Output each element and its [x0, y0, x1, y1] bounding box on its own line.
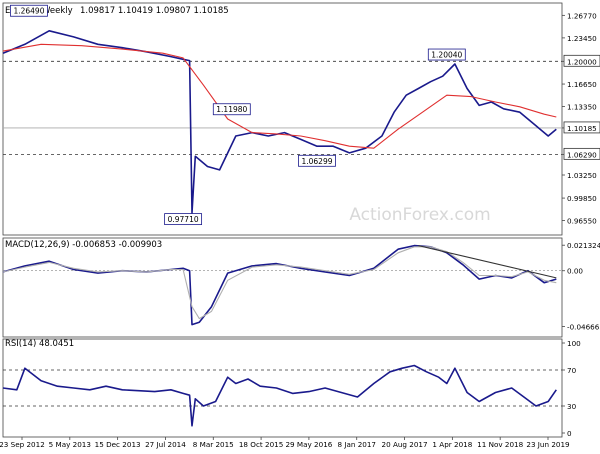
price-ytick-label-1: 1.23450	[567, 34, 597, 43]
price-ytick-label-9: 0.96550	[567, 216, 597, 225]
macd-series-line-2	[418, 245, 557, 279]
watermark: ActionForex.com	[349, 205, 490, 225]
price-ytick-label-7: 1.03250	[567, 171, 597, 180]
x-tick-label-5: 18 Oct 2015	[239, 440, 283, 449]
macd-ytick-label-0: 0.021324	[567, 241, 600, 250]
price-ytick-label-6: 1.06290	[567, 150, 597, 159]
rsi-ytick-label-1: 70	[567, 366, 577, 375]
price-ytick-label-0: 1.26770	[567, 11, 597, 20]
rsi-ytick-label-0: 100	[567, 339, 581, 348]
rsi-series-line-0	[2, 364, 557, 427]
x-tick-label-1: 5 May 2013	[49, 440, 91, 449]
price-label-1: 1.20040	[431, 51, 462, 60]
price-label-4: 0.97710	[168, 215, 199, 224]
macd-series-line-1	[2, 246, 557, 320]
x-tick-label-2: 15 Dec 2013	[95, 440, 141, 449]
price-ohlc-readout: 1.09817 1.10419 1.09807 1.10185	[80, 6, 229, 16]
panel-frame-1	[2, 237, 563, 338]
panel-frame-0	[2, 2, 563, 236]
x-tick-label-0: 23 Sep 2012	[0, 440, 45, 449]
x-tick-label-11: 23 Jun 2019	[526, 440, 570, 449]
rsi-ytick-label-3: 0	[567, 429, 572, 438]
rsi-ytick-label-2: 30	[567, 402, 577, 411]
price-ytick-label-5: 1.10185	[567, 124, 597, 133]
price-label-2: 1.11980	[216, 105, 247, 114]
price-ytick-label-8: 0.99850	[567, 194, 597, 203]
price-series-line-0	[2, 29, 557, 214]
x-tick-label-4: 8 Mar 2015	[193, 440, 234, 449]
macd-series-line-0	[2, 244, 557, 326]
price-ytick-label-4: 1.13350	[567, 102, 597, 111]
price-label-0: 1.26490	[13, 7, 44, 16]
chart-svg: ActionForex.com EURCHF Weekly 1.09817 1.…	[0, 2, 600, 449]
x-tick-label-6: 29 May 2016	[285, 440, 332, 449]
rsi-panel-title: RSI(14) 48.0451	[5, 339, 74, 349]
macd-ytick-label-2: -0.046663	[567, 323, 600, 332]
x-tick-label-9: 1 Apr 2018	[432, 440, 472, 449]
macd-ytick-label-1: 0.00	[567, 267, 583, 276]
price-ytick-label-3: 1.16650	[567, 80, 597, 89]
price-ytick-label-2: 1.20000	[567, 57, 597, 66]
x-tick-label-7: 8 Jan 2017	[337, 440, 376, 449]
x-tick-label-8: 20 Aug 2017	[382, 440, 428, 449]
panel-frame-2	[2, 338, 563, 438]
price-label-3: 1.06299	[301, 157, 332, 166]
x-tick-label-3: 27 Jul 2014	[145, 440, 186, 449]
chart-stage: ActionForex.com EURCHF Weekly 1.09817 1.…	[0, 0, 600, 450]
chart-marks: 1.26770 1.23450 1.20000 1.16650 1.13350 1.101…	[0, 4, 600, 449]
macd-panel-title: MACD(12,26,9) -0.006853 -0.009903	[5, 240, 162, 250]
x-tick-label-10: 11 Nov 2018	[477, 440, 523, 449]
